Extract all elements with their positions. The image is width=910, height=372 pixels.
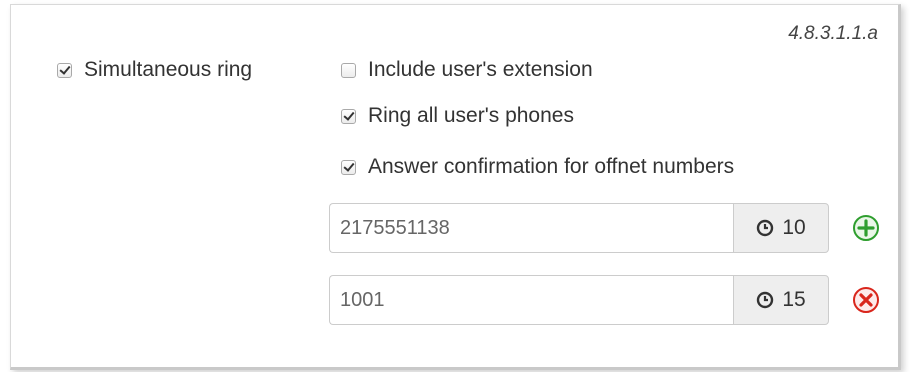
add-number-button[interactable] xyxy=(851,213,881,243)
clock-icon xyxy=(757,219,774,237)
phone-number-input[interactable] xyxy=(329,203,733,253)
ring-all-phones-label: Ring all user's phones xyxy=(368,104,574,127)
include-extension-checkbox[interactable] xyxy=(341,62,356,78)
ring-timeout-value: 15 xyxy=(782,288,806,311)
ring-all-phones-checkbox[interactable] xyxy=(341,108,356,124)
ring-timeout-button[interactable]: 15 xyxy=(733,275,829,325)
simultaneous-ring-row: Simultaneous ring xyxy=(57,58,252,82)
section-tag: 4.8.3.1.1.a xyxy=(788,23,878,44)
answer-confirmation-checkbox[interactable] xyxy=(341,159,356,175)
ring-timeout-button[interactable]: 10 xyxy=(733,203,829,253)
simultaneous-ring-panel: 4.8.3.1.1.a Simultaneous ring Include us… xyxy=(10,4,901,370)
simultaneous-ring-label: Simultaneous ring xyxy=(84,58,253,81)
ring-timeout-value: 10 xyxy=(782,216,806,239)
remove-circle-icon xyxy=(853,287,879,313)
clock-icon xyxy=(757,291,774,309)
plus-circle-icon xyxy=(853,215,879,241)
option-answer-confirmation: Answer confirmation for offnet numbers xyxy=(341,155,734,179)
number-row: 10 xyxy=(329,203,829,253)
option-include-extension: Include user's extension xyxy=(341,58,593,82)
option-ring-all-phones: Ring all user's phones xyxy=(341,104,574,128)
remove-number-button[interactable] xyxy=(851,285,881,315)
simultaneous-ring-checkbox[interactable] xyxy=(57,62,72,78)
phone-number-input[interactable] xyxy=(329,275,733,325)
include-extension-label: Include user's extension xyxy=(368,58,593,81)
number-row: 15 xyxy=(329,275,829,325)
answer-confirmation-label: Answer confirmation for offnet numbers xyxy=(368,155,735,178)
